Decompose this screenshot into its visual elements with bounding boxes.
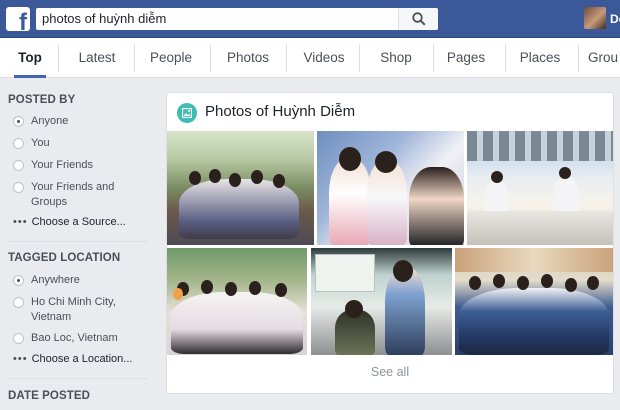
tab-pages[interactable]: Pages [436, 38, 496, 78]
facebook-logo-icon[interactable]: f [6, 7, 30, 31]
tab-divider [286, 44, 287, 72]
option-label: Ho Chi Minh City, Vietnam [31, 296, 116, 323]
radio[interactable] [13, 333, 24, 344]
option-label: Your Friends and Groups [31, 181, 115, 208]
tab-shop[interactable]: Shop [366, 38, 426, 78]
choose-source-label: Choose a Source... [31, 216, 126, 228]
option-label: Anywhere [31, 274, 80, 286]
tab-divider [210, 44, 211, 72]
radio[interactable] [13, 182, 24, 193]
photo-thumbnail[interactable] [167, 248, 307, 355]
tagged-location-heading: TAGGED LOCATION [8, 252, 121, 264]
tab-photos[interactable]: Photos [218, 38, 278, 78]
tab-latest[interactable]: Latest [66, 38, 128, 78]
tab-divider [505, 44, 506, 72]
more-icon: ••• [13, 353, 28, 365]
tab-top[interactable]: Top [8, 38, 52, 78]
top-bar: f photos of huỳnh diễm Do [0, 0, 620, 38]
user-name-link[interactable]: Do [610, 12, 620, 26]
photos-results-card: Photos of Huỳnh Diễm See all [166, 92, 614, 394]
photo-thumbnail[interactable] [467, 131, 613, 245]
option-label: Your Friends [31, 159, 93, 171]
option-label: Bao Loc, Vietnam [31, 332, 118, 344]
radio[interactable] [13, 160, 24, 171]
choose-source-link[interactable]: ••• Choose a Source... [13, 216, 126, 228]
section-divider [8, 378, 148, 379]
choose-location-label: Choose a Location... [31, 353, 133, 365]
tab-people[interactable]: People [140, 38, 202, 78]
photo-thumbnail[interactable] [311, 248, 452, 355]
results-title[interactable]: Photos of Huỳnh Diễm [205, 103, 355, 120]
photo-thumbnail[interactable] [167, 131, 314, 245]
filters-sidebar: POSTED BY Anyone You Your Friends Your F… [0, 79, 150, 410]
choose-location-link[interactable]: ••• Choose a Location... [13, 353, 132, 365]
photo-thumbnail[interactable] [455, 248, 613, 355]
tab-divider [433, 44, 434, 72]
radio[interactable] [13, 297, 24, 308]
option-label: Anyone [31, 115, 69, 127]
photo-thumbnail[interactable] [317, 131, 464, 245]
radio-selected[interactable] [13, 116, 24, 127]
photo-icon [177, 103, 197, 123]
tab-divider [578, 44, 579, 72]
tab-places[interactable]: Places [510, 38, 570, 78]
radio[interactable] [13, 138, 24, 149]
posted-by-heading: POSTED BY [8, 94, 76, 106]
search-button[interactable] [398, 8, 438, 30]
search-icon [412, 12, 426, 26]
more-icon: ••• [13, 216, 28, 228]
search-box[interactable]: photos of huỳnh diễm [36, 8, 438, 30]
tab-divider [134, 44, 135, 72]
search-input[interactable]: photos of huỳnh diễm [42, 11, 166, 26]
date-posted-heading: DATE POSTED [8, 390, 91, 402]
radio-selected[interactable] [13, 275, 24, 286]
option-label: You [31, 137, 50, 149]
see-all-link[interactable]: See all [167, 365, 613, 379]
tab-divider [58, 44, 59, 72]
section-divider [8, 241, 148, 242]
tab-groups[interactable]: Grou [588, 38, 620, 78]
search-tabs: Top Latest People Photos Videos Shop Pag… [0, 38, 620, 78]
avatar[interactable] [584, 7, 606, 29]
tab-divider [359, 44, 360, 72]
tab-videos[interactable]: Videos [294, 38, 354, 78]
